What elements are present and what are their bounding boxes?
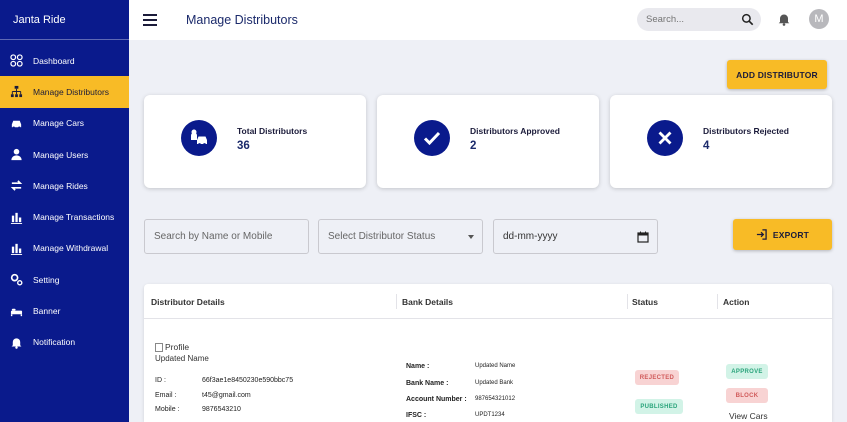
distributor-name: Updated Name [155,354,209,363]
email-label: Email : [155,392,177,399]
stat-label: Total Distributors [237,126,308,136]
sidebar-item-manage-rides[interactable]: Manage Rides [0,170,129,201]
stat-value: 4 [703,140,710,152]
page-title: Manage Distributors [186,13,298,27]
date-field[interactable]: dd-mm-yyyy [493,219,658,254]
column-header-status: Status [632,297,658,307]
sidebar-item-setting[interactable]: Setting [0,264,129,295]
approve-button[interactable]: APPROVE [726,364,768,379]
bed-icon [10,305,23,318]
date-placeholder: dd-mm-yyyy [503,231,558,242]
export-label: EXPORT [772,229,810,240]
notification-bell-icon[interactable] [777,12,791,26]
distributor-status-select[interactable]: Select Distributor Status [318,219,483,254]
brand-title: Janta Ride [0,0,129,40]
sidebar-nav: Dashboard Manage Distributors Manage Car… [0,45,129,358]
sidebar-item-label: Manage Cars [33,118,85,129]
sidebar-item-label: Banner [33,306,61,317]
calendar-icon[interactable] [637,231,649,243]
sidebar-item-notification[interactable]: Notification [0,327,129,358]
car-icon [10,117,23,130]
menu-icon[interactable] [143,14,157,26]
sidebar-item-label: Manage Distributors [33,86,110,97]
name-mobile-search-placeholder: Search by Name or Mobile [154,231,273,242]
stat-label: Distributors Rejected [703,126,789,136]
chevron-down-icon [468,235,474,239]
search-box[interactable] [637,8,761,31]
stat-value: 36 [237,140,250,152]
mobile-label: Mobile : [155,406,180,413]
swap-icon [10,179,23,192]
export-button[interactable]: EXPORT [733,219,832,250]
stat-label: Distributors Approved [470,126,560,136]
profile-image: Profile [155,342,189,352]
bank-name-value: Updated Bank [475,380,514,386]
sidebar-item-dashboard[interactable]: Dashboard [0,45,129,76]
table-header: Distributor Details Bank Details Status … [144,284,832,319]
check-icon [414,120,450,156]
bank-holder-value: Updated Name [475,363,516,369]
sidebar-item-label: Setting [33,274,60,285]
sidebar-item-manage-transactions[interactable]: Manage Transactions [0,201,129,232]
sidebar-item-manage-cars[interactable]: Manage Cars [0,108,129,139]
status-badge-rejected: REJECTED [635,370,679,385]
profile-alt-text: Profile [165,342,190,352]
sidebar-item-manage-withdrawal[interactable]: Manage Withdrawal [0,233,129,264]
sidebar: Janta Ride Dashboard Manage Distributors… [0,0,129,422]
add-distributor-button[interactable]: ADD DISTRIBUTOR [727,60,827,89]
bank-name-label: Bank Name : [406,380,449,387]
account-number-value: 987654321012 [475,396,516,402]
bank-holder-label: Name : [406,363,430,370]
sidebar-item-label: Notification [33,337,76,348]
ifsc-label: IFSC : [406,412,427,419]
broken-image-icon [155,342,163,352]
grid-icon [10,54,23,67]
sidebar-item-label: Manage Withdrawal [33,243,109,254]
stat-card-rejected: Distributors Rejected 4 [610,95,832,188]
sidebar-item-label: Manage Users [33,149,89,160]
add-distributor-label: ADD DISTRIBUTOR [736,69,818,80]
sidebar-item-label: Manage Transactions [33,212,115,223]
sidebar-item-label: Dashboard [33,55,75,66]
gear-icon [10,273,23,286]
stat-value: 2 [470,140,477,152]
column-header-bank-details: Bank Details [402,297,454,307]
x-icon [647,120,683,156]
status-select-placeholder: Select Distributor Status [328,231,436,242]
search-input[interactable] [646,14,736,25]
sidebar-item-manage-users[interactable]: Manage Users [0,139,129,170]
bell-icon [10,336,23,349]
account-number-label: Account Number : [406,396,467,403]
sidebar-item-label: Manage Rides [33,180,88,191]
block-button[interactable]: BLOCK [726,388,768,403]
sidebar-item-manage-distributors[interactable]: Manage Distributors [0,76,129,108]
view-cars-link[interactable]: View Cars [729,411,768,421]
avatar[interactable]: M [809,9,829,29]
id-value: 66f3ae1e8450230e590bbc75 [202,377,294,384]
id-label: ID : [155,377,166,384]
stat-card-total: Total Distributors 36 [144,95,366,188]
email-value: t45@gmail.com [202,392,251,399]
column-header-distributor-details: Distributor Details [151,297,225,307]
status-badge-published: PUBLISHED [635,399,683,414]
mobile-value: 9876543210 [202,406,241,413]
top-header: Manage Distributors M [129,0,847,40]
column-header-action: Action [723,297,750,307]
user-icon [10,148,23,161]
driver-car-icon [181,120,217,156]
network-icon [10,85,23,98]
name-mobile-search-field[interactable]: Search by Name or Mobile [144,219,309,254]
bars-icon [10,242,23,255]
export-icon [756,229,767,240]
search-icon[interactable] [741,13,754,26]
stat-card-approved: Distributors Approved 2 [377,95,599,188]
sidebar-item-banner[interactable]: Banner [0,295,129,326]
ifsc-value: UPDT1234 [475,412,505,418]
distributors-table: Distributor Details Bank Details Status … [144,284,832,422]
bars-icon [10,211,23,224]
